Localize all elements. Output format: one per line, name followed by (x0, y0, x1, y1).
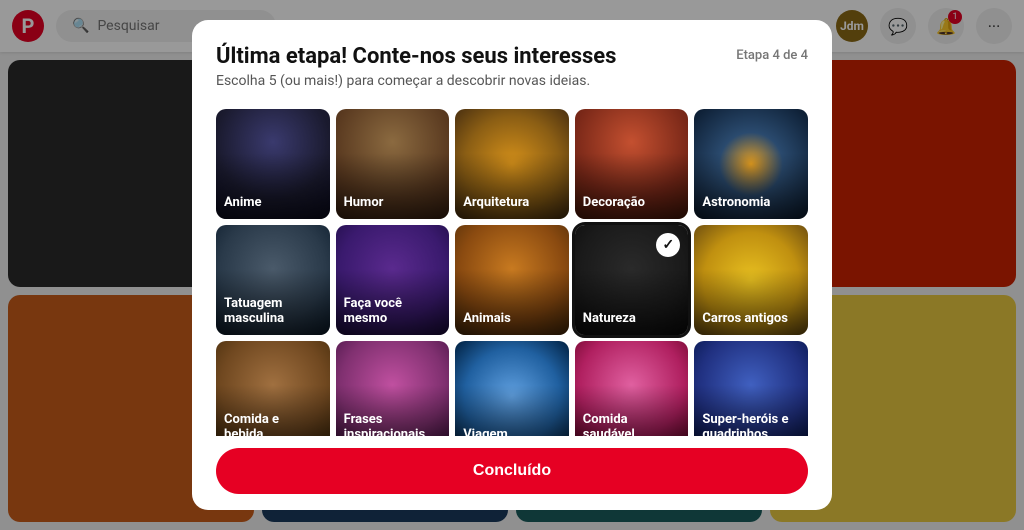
interest-label-arquitetura: Arquitetura (463, 195, 561, 211)
modal-title: Última etapa! Conte-nos seus interesses (216, 44, 616, 69)
modal-overlay: Última etapa! Conte-nos seus interesses … (0, 0, 1024, 530)
interest-label-comidasaudavel: Comida saudável (583, 412, 681, 436)
interest-label-viagem: Viagem (463, 427, 561, 436)
card-overlay (455, 341, 569, 436)
step-indicator: Etapa 4 de 4 (736, 48, 808, 63)
modal-footer: Concluído (192, 436, 832, 510)
interest-card-animais[interactable]: Animais (455, 225, 569, 335)
interest-label-decoracao: Decoração (583, 195, 681, 211)
interest-card-facavoce[interactable]: Faça você mesmo (336, 225, 450, 335)
interest-label-anime: Anime (224, 195, 322, 211)
interest-card-frases[interactable]: Frases inspiracionais (336, 341, 450, 436)
interests-modal: Última etapa! Conte-nos seus interesses … (192, 20, 832, 510)
interest-label-natureza: Natureza (583, 311, 681, 327)
interest-label-comidabebida: Comida e bebida (224, 412, 322, 436)
interests-grid: Anime Humor Arquitetura Decoração Astronomia… (216, 109, 808, 436)
interest-label-facavoce: Faça você mesmo (344, 296, 442, 327)
interest-label-super: Super-heróis e quadrinhos (702, 412, 800, 436)
interest-label-animais: Animais (463, 311, 561, 327)
interest-card-arquitetura[interactable]: Arquitetura (455, 109, 569, 219)
interest-label-frases: Frases inspiracionais (344, 412, 442, 436)
interests-grid-container[interactable]: Anime Humor Arquitetura Decoração Astronomia… (192, 101, 832, 436)
interest-card-comidasaudavel[interactable]: Comida saudável (575, 341, 689, 436)
interest-label-tatuagem: Tatuagem masculina (224, 296, 322, 327)
interest-card-comidabebida[interactable]: Comida e bebida (216, 341, 330, 436)
modal-subtitle: Escolha 5 (ou mais!) para começar a desc… (216, 73, 616, 89)
interest-label-humor: Humor (344, 195, 442, 211)
interest-card-tatuagem[interactable]: Tatuagem masculina (216, 225, 330, 335)
interest-card-anime[interactable]: Anime (216, 109, 330, 219)
interest-label-carros: Carros antigos (702, 311, 800, 327)
interest-card-natureza[interactable]: Natureza✓ (575, 225, 689, 335)
interest-card-decoracao[interactable]: Decoração (575, 109, 689, 219)
interest-card-super[interactable]: Super-heróis e quadrinhos (694, 341, 808, 436)
modal-header: Última etapa! Conte-nos seus interesses … (192, 20, 832, 101)
interest-card-astronomia[interactable]: Astronomia (694, 109, 808, 219)
interest-card-viagem[interactable]: Viagem (455, 341, 569, 436)
done-button[interactable]: Concluído (216, 448, 808, 494)
interest-card-carros[interactable]: Carros antigos (694, 225, 808, 335)
interest-card-humor[interactable]: Humor (336, 109, 450, 219)
interest-label-astronomia: Astronomia (702, 195, 800, 211)
modal-header-text: Última etapa! Conte-nos seus interesses … (216, 44, 616, 89)
